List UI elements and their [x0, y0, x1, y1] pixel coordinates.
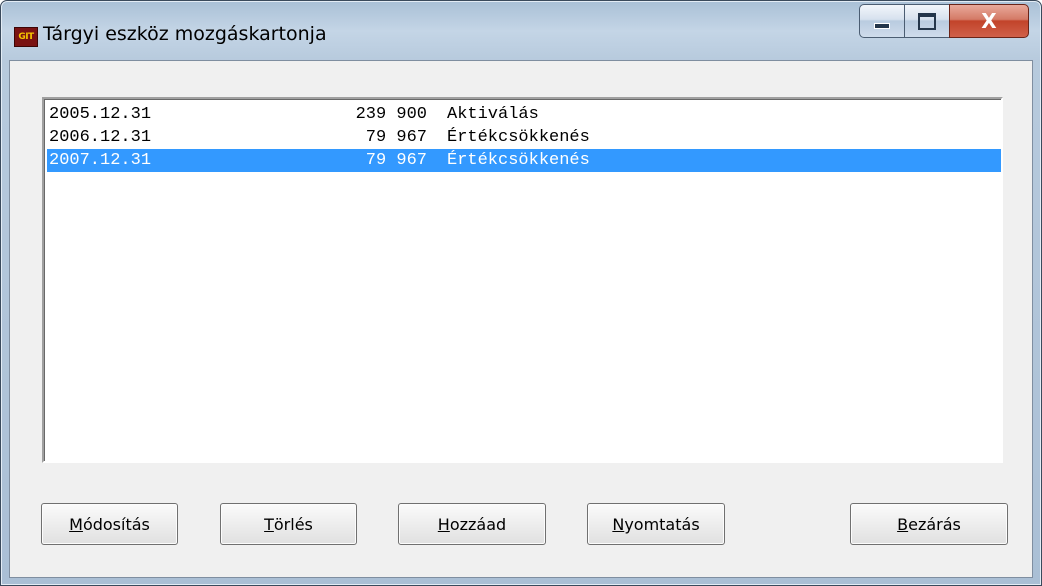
- row-date: 2007.12.31: [49, 151, 152, 170]
- row-amount: 79 967: [365, 128, 427, 147]
- dialog-window: GIT Tárgyi eszköz mozgáskartonja X 2005.…: [0, 0, 1042, 586]
- app-icon: GIT: [14, 27, 38, 47]
- add-mnemonic: H: [437, 514, 450, 534]
- close-mnemonic: B: [897, 514, 909, 534]
- modify-button[interactable]: Módosítás: [41, 503, 178, 545]
- dialog-client-area: 2005.12.31 239 900 Aktiválás 2006.12.31 …: [9, 60, 1033, 578]
- row-description: Aktiválás: [447, 105, 539, 124]
- maximize-button[interactable]: [905, 4, 949, 38]
- window-title: Tárgyi eszköz mozgáskartonja: [43, 23, 327, 45]
- close-label: ezárás: [908, 514, 961, 534]
- list-item[interactable]: 2006.12.31 79 967 Értékcsökkenés: [47, 126, 1001, 149]
- row-date: 2005.12.31: [49, 105, 152, 124]
- print-label: yomtatás: [624, 514, 700, 534]
- delete-label: örlés: [273, 514, 313, 534]
- list-item[interactable]: 2005.12.31 239 900 Aktiválás: [47, 103, 1001, 126]
- title-bar[interactable]: GIT Tárgyi eszköz mozgáskartonja X: [1, 1, 1041, 61]
- print-button[interactable]: Nyomtatás: [587, 503, 725, 545]
- add-label: ozzáad: [449, 514, 507, 534]
- list-item-selected[interactable]: 2007.12.31 79 967 Értékcsökkenés: [47, 149, 1001, 172]
- caption-buttons: X: [859, 4, 1029, 38]
- row-amount: 79 967: [365, 151, 427, 170]
- row-amount: 239 900: [355, 105, 427, 124]
- minimize-icon: [874, 23, 890, 29]
- close-window-button[interactable]: X: [949, 4, 1029, 38]
- maximize-icon: [918, 12, 936, 30]
- close-button[interactable]: Bezárás: [850, 503, 1008, 545]
- modify-label: ódosítás: [82, 514, 150, 534]
- row-date: 2006.12.31: [49, 128, 152, 147]
- row-description: Értékcsökkenés: [447, 151, 590, 170]
- delete-button[interactable]: Törlés: [220, 503, 357, 545]
- add-button[interactable]: Hozzáad: [398, 503, 546, 545]
- minimize-button[interactable]: [859, 4, 905, 38]
- close-icon: X: [981, 9, 997, 33]
- modify-mnemonic: M: [69, 514, 83, 534]
- delete-mnemonic: T: [264, 514, 274, 534]
- print-mnemonic: N: [612, 514, 625, 534]
- row-description: Értékcsökkenés: [447, 128, 590, 147]
- movement-listbox[interactable]: 2005.12.31 239 900 Aktiválás 2006.12.31 …: [42, 97, 1003, 463]
